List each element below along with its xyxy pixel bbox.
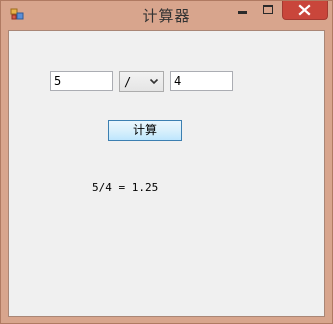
maximize-button[interactable] [256, 1, 281, 20]
close-button[interactable] [282, 1, 328, 20]
title-bar[interactable]: 计算器 [1, 1, 332, 29]
form-client-area: / 计算 5/4 = 1.25 [8, 30, 325, 317]
calculate-button[interactable]: 计算 [108, 120, 182, 141]
app-window: 计算器 / 计算 5/4 = 1.25 [0, 0, 333, 324]
operand2-input[interactable] [170, 71, 233, 91]
minimize-button[interactable] [230, 1, 255, 20]
close-icon [298, 4, 311, 16]
operator-value: / [124, 75, 132, 89]
minimize-icon [238, 11, 247, 14]
maximize-icon [263, 5, 273, 14]
result-label: 5/4 = 1.25 [92, 181, 159, 194]
operator-select[interactable]: / [119, 71, 164, 92]
chevron-down-icon [149, 78, 159, 85]
operand1-input[interactable] [50, 71, 113, 91]
